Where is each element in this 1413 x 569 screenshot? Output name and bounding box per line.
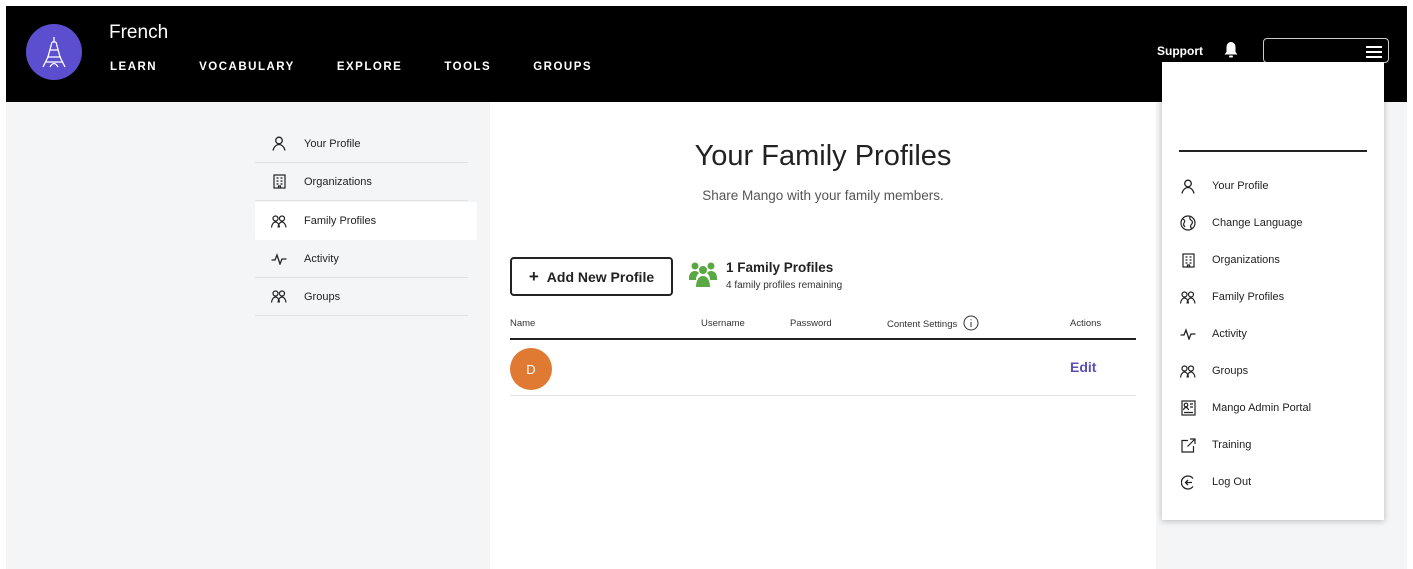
course-title: French — [109, 22, 169, 43]
add-new-profile-label: Add New Profile — [546, 268, 655, 285]
menu-item-label: Activity — [1212, 328, 1247, 340]
account-menu-toggle[interactable] — [1263, 38, 1389, 63]
menu-item-groups[interactable]: Groups — [1179, 360, 1248, 382]
content-settings-label: Content Settings — [887, 319, 958, 331]
menu-item-change-language[interactable]: Change Language — [1179, 212, 1303, 234]
table-row-divider — [510, 395, 1136, 396]
menu-item-label: Log Out — [1212, 476, 1252, 488]
sidebar-item-groups[interactable]: Groups — [255, 278, 468, 316]
column-header-actions: Actions — [1070, 318, 1102, 329]
building-icon — [1179, 251, 1197, 269]
menu-item-mango-admin-portal[interactable]: Mango Admin Portal — [1179, 397, 1311, 419]
people-icon — [270, 213, 288, 229]
sidebar-item-label: Your Profile — [304, 137, 361, 150]
nav-vocabulary[interactable]: VOCABULARY — [199, 61, 295, 73]
eiffel-tower-logo-icon[interactable] — [26, 24, 82, 80]
edit-profile-link[interactable]: Edit — [1070, 359, 1096, 375]
plus-icon: + — [528, 266, 539, 286]
menu-item-your-profile[interactable]: Your Profile — [1179, 175, 1268, 197]
nav-groups[interactable]: GROUPS — [533, 61, 592, 73]
menu-item-training[interactable]: Training — [1179, 434, 1251, 456]
sidebar-item-activity[interactable]: Activity — [255, 240, 468, 278]
menu-item-label: Training — [1212, 439, 1252, 451]
table-header-divider — [510, 338, 1136, 340]
add-new-profile-button[interactable]: + Add New Profile — [510, 257, 673, 296]
menu-item-label: Organizations — [1212, 254, 1280, 266]
column-header-username: Username — [701, 318, 745, 329]
menu-item-label: Groups — [1212, 365, 1249, 377]
sidebar-item-family-profiles[interactable]: Family Profiles — [255, 202, 477, 240]
sidebar-item-your-profile[interactable]: Your Profile — [255, 125, 468, 163]
menu-item-label: Family Profiles — [1212, 291, 1285, 303]
sidebar-item-label: Groups — [304, 290, 341, 303]
admin-portal-icon — [1179, 399, 1197, 417]
menu-item-label: Your Profile — [1212, 180, 1269, 192]
external-link-icon — [1179, 436, 1197, 454]
people-icon — [270, 289, 288, 305]
account-dropdown-menu: Your Profile Change Language Organizatio… — [1162, 62, 1384, 520]
sidebar-item-label: Organizations — [304, 175, 372, 188]
people-icon — [1179, 288, 1197, 306]
bell-icon[interactable] — [1224, 41, 1238, 63]
menu-item-organizations[interactable]: Organizations — [1179, 249, 1280, 271]
main-nav: LEARN VOCABULARY EXPLORE TOOLS GROUPS — [110, 61, 634, 73]
family-profiles-remaining: 4 family profiles remaining — [726, 280, 843, 291]
building-icon — [270, 174, 288, 190]
person-icon — [270, 136, 288, 152]
globe-icon — [1179, 214, 1197, 232]
nav-tools[interactable]: TOOLS — [444, 61, 491, 73]
family-profiles-count: 1 Family Profiles — [726, 260, 834, 275]
dropdown-divider — [1179, 150, 1367, 152]
activity-icon — [270, 251, 288, 267]
menu-item-activity[interactable]: Activity — [1179, 323, 1247, 345]
column-header-password: Password — [790, 318, 832, 329]
column-header-content-settings: Content Settings — [887, 315, 979, 334]
nav-explore[interactable]: EXPLORE — [337, 61, 402, 73]
page-subtitle: Share Mango with your family members. — [702, 188, 944, 203]
menu-item-log-out[interactable]: Log Out — [1179, 471, 1251, 493]
page-title: Your Family Profiles — [694, 140, 952, 172]
sidebar-item-organizations[interactable]: Organizations — [255, 163, 468, 201]
family-profiles-panel: Your Family Profiles Share Mango with yo… — [490, 102, 1156, 569]
nav-learn[interactable]: LEARN — [110, 61, 157, 73]
hamburger-menu-icon — [1366, 45, 1382, 63]
sidebar-item-label: Activity — [304, 252, 339, 265]
family-group-icon — [688, 260, 718, 293]
menu-item-family-profiles[interactable]: Family Profiles — [1179, 286, 1284, 308]
logout-icon — [1179, 473, 1197, 491]
column-header-name: Name — [510, 318, 536, 329]
activity-icon — [1179, 325, 1197, 343]
menu-item-label: Mango Admin Portal — [1212, 402, 1312, 414]
support-link[interactable]: Support — [1157, 44, 1203, 58]
avatar: D — [510, 348, 552, 390]
people-icon — [1179, 362, 1197, 380]
info-icon[interactable] — [963, 315, 979, 334]
menu-item-label: Change Language — [1212, 217, 1303, 229]
person-icon — [1179, 177, 1197, 195]
sidebar-item-label: Family Profiles — [304, 215, 377, 227]
